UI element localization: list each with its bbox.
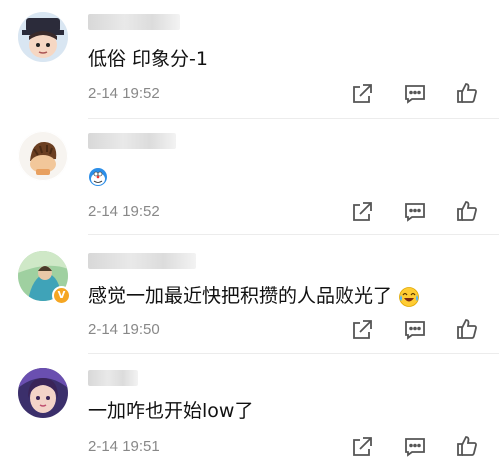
timestamp: 2-14 19:52 — [88, 203, 160, 220]
comment-item: 一加咋也开始low了 2-14 19:51 — [0, 354, 499, 468]
comment-text-content: 感觉一加最近快把积攒的人品败光了 — [88, 285, 393, 307]
share-icon[interactable] — [350, 82, 374, 106]
comment-item: 低俗 印象分-1 2-14 19:52 — [0, 0, 499, 118]
avatar[interactable] — [18, 12, 68, 62]
comment-icon[interactable] — [403, 435, 427, 459]
comment-text — [88, 163, 108, 189]
doraemon-emoji — [89, 167, 107, 186]
like-icon[interactable] — [455, 434, 479, 458]
share-icon[interactable] — [350, 200, 374, 224]
comment-item: 2-14 19:52 — [0, 119, 499, 232]
username[interactable] — [88, 370, 138, 386]
comment-text: 一加咋也开始low了 — [88, 400, 254, 422]
comment-icon[interactable] — [403, 318, 427, 342]
share-icon[interactable] — [350, 435, 374, 459]
like-icon[interactable] — [455, 317, 479, 341]
timestamp: 2-14 19:50 — [88, 321, 160, 338]
username[interactable] — [88, 253, 196, 269]
comment-text: 低俗 印象分-1 — [88, 48, 208, 70]
avatar[interactable] — [18, 368, 68, 418]
avatar[interactable] — [18, 131, 68, 181]
timestamp: 2-14 19:51 — [88, 438, 160, 455]
comment-item: V 感觉一加最近快把积攒的人品败光了 2-14 19:50 — [0, 235, 499, 353]
comment-icon[interactable] — [403, 82, 427, 106]
username[interactable] — [88, 133, 176, 149]
like-icon[interactable] — [455, 81, 479, 105]
comment-icon[interactable] — [403, 200, 427, 224]
timestamp: 2-14 19:52 — [88, 85, 160, 102]
comment-text: 感觉一加最近快把积攒的人品败光了 — [88, 283, 420, 309]
username[interactable] — [88, 14, 180, 30]
laugh-cry-emoji — [399, 286, 419, 307]
like-icon[interactable] — [455, 199, 479, 223]
share-icon[interactable] — [350, 318, 374, 342]
verified-badge: V — [52, 286, 71, 305]
